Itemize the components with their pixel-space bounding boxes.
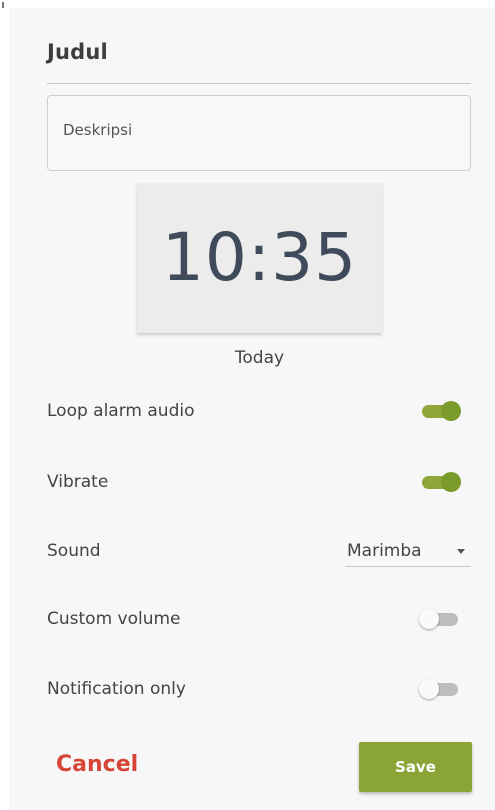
setting-row-vibrate: Vibrate bbox=[47, 464, 471, 500]
caret-down-icon bbox=[457, 549, 465, 554]
cancel-button[interactable]: Cancel bbox=[56, 752, 138, 777]
custom-volume-toggle[interactable] bbox=[419, 609, 461, 629]
sound-label: Sound bbox=[47, 541, 101, 561]
title-input[interactable]: Judul bbox=[47, 36, 471, 84]
setting-row-sound: Sound Marimba bbox=[47, 533, 471, 569]
toggle-thumb bbox=[441, 472, 461, 492]
setting-row-notification-only: Notification only bbox=[47, 671, 471, 707]
notification-only-label: Notification only bbox=[47, 679, 186, 699]
toggle-thumb bbox=[419, 609, 439, 629]
date-label[interactable]: Today bbox=[137, 348, 382, 368]
time-picker-button[interactable]: 10:35 bbox=[137, 183, 382, 333]
title-input-value: Judul bbox=[47, 40, 108, 64]
description-placeholder: Deskripsi bbox=[63, 121, 133, 139]
sound-selected-value: Marimba bbox=[347, 541, 422, 561]
setting-row-custom-volume: Custom volume bbox=[47, 601, 471, 637]
custom-volume-label: Custom volume bbox=[47, 609, 181, 629]
description-input[interactable]: Deskripsi bbox=[47, 95, 471, 171]
alarm-time: 10:35 bbox=[161, 219, 358, 296]
loop-alarm-audio-label: Loop alarm audio bbox=[47, 401, 195, 421]
notification-only-toggle[interactable] bbox=[419, 679, 461, 699]
corner-mark bbox=[2, 2, 4, 8]
loop-alarm-audio-toggle[interactable] bbox=[419, 401, 461, 421]
vibrate-toggle[interactable] bbox=[419, 472, 461, 492]
vibrate-label: Vibrate bbox=[47, 472, 109, 492]
sound-select[interactable]: Marimba bbox=[345, 535, 471, 567]
save-button[interactable]: Save bbox=[359, 742, 472, 792]
toggle-thumb bbox=[419, 679, 439, 699]
toggle-thumb bbox=[441, 401, 461, 421]
setting-row-loop-alarm-audio: Loop alarm audio bbox=[47, 393, 471, 429]
